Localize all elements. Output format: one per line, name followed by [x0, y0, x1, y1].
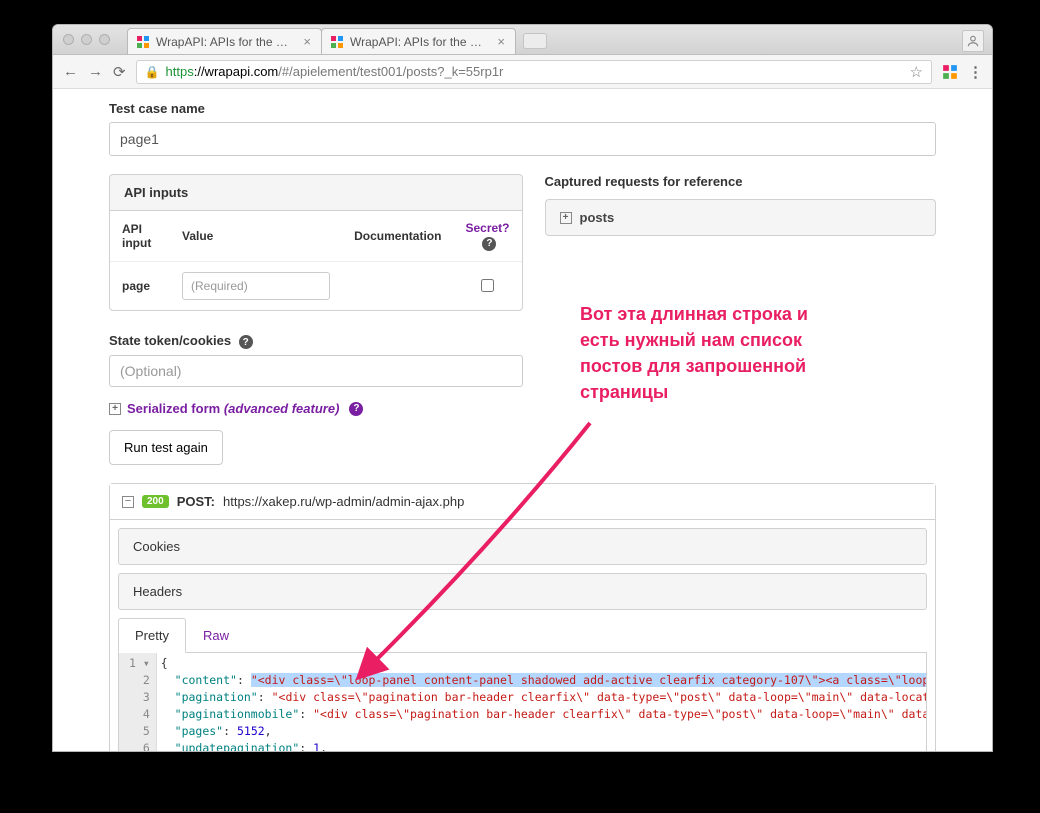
help-icon[interactable]: ?: [349, 402, 363, 416]
tab-raw[interactable]: Raw: [186, 618, 246, 652]
close-tab-icon[interactable]: ×: [303, 34, 311, 49]
viewport: Test case name API inputs API input Valu…: [53, 89, 992, 751]
new-tab-button[interactable]: [523, 33, 547, 49]
response-code[interactable]: 1 ▾ 2 3 4 5 6 { "content": "<div class=\…: [118, 653, 927, 751]
toolbar: ← → ⟳ 🔒 https://wrapapi.com/#/apielement…: [53, 55, 992, 89]
tab-pretty[interactable]: Pretty: [118, 618, 186, 653]
captured-request-item[interactable]: + posts: [545, 199, 937, 236]
lock-icon: 🔒: [145, 65, 160, 79]
captured-requests-heading: Captured requests for reference: [545, 174, 937, 189]
wrapapi-favicon: [330, 35, 344, 49]
code-lines: { "content": "<div class=\"loop-panel co…: [157, 653, 926, 751]
zoom-dot[interactable]: [99, 34, 110, 45]
state-token-input[interactable]: [109, 355, 523, 387]
forward-button[interactable]: →: [88, 63, 103, 80]
expand-icon: +: [560, 212, 572, 224]
browser-tab-1[interactable]: WrapAPI: APIs for the whole w ×: [321, 28, 516, 54]
back-button[interactable]: ←: [63, 63, 78, 80]
url-scheme: https: [166, 64, 194, 79]
col-value: Value: [170, 211, 342, 261]
state-token-label: State token/cookies ?: [109, 333, 523, 350]
secret-checkbox[interactable]: [481, 279, 494, 292]
help-icon[interactable]: ?: [482, 237, 496, 251]
extension-icon[interactable]: [942, 64, 958, 80]
api-inputs-heading: API inputs: [110, 175, 522, 211]
response-tabs: Pretty Raw: [118, 618, 927, 653]
http-method: POST:: [177, 494, 215, 509]
col-api-input: API input: [110, 211, 170, 261]
line-gutter: 1 ▾ 2 3 4 5 6: [119, 653, 157, 751]
test-case-name-input[interactable]: [109, 122, 936, 156]
menu-button[interactable]: ⋮: [968, 63, 982, 81]
request-url: https://xakep.ru/wp-admin/admin-ajax.php: [223, 494, 464, 509]
headers-accordion[interactable]: Headers: [118, 573, 927, 610]
col-secret: Secret? ?: [453, 211, 521, 261]
browser-window: WrapAPI: APIs for the whole w × WrapAPI:…: [52, 24, 993, 752]
address-bar[interactable]: 🔒 https://wrapapi.com/#/apielement/test0…: [136, 60, 932, 84]
help-icon[interactable]: ?: [239, 335, 253, 349]
close-tab-icon[interactable]: ×: [497, 34, 505, 49]
close-dot[interactable]: [63, 34, 74, 45]
reload-button[interactable]: ⟳: [113, 63, 126, 81]
bookmark-star-icon[interactable]: ☆: [910, 63, 923, 81]
page-content: Test case name API inputs API input Valu…: [53, 89, 992, 751]
highlighted-content-string: "<div class=\"loop-panel content-panel s…: [251, 673, 926, 687]
test-case-name-label: Test case name: [109, 101, 936, 116]
serialized-form-toggle[interactable]: + Serialized form (advanced feature) ?: [109, 401, 523, 416]
url-host: ://wrapapi.com: [194, 64, 279, 79]
request-result-block: − 200 POST: https://xakep.ru/wp-admin/ad…: [109, 483, 936, 751]
wrapapi-favicon: [136, 35, 150, 49]
collapse-icon[interactable]: −: [122, 496, 134, 508]
captured-request-name: posts: [580, 210, 615, 225]
expand-icon: +: [109, 403, 121, 415]
tab-title: WrapAPI: APIs for the whole w: [156, 35, 293, 49]
window-controls[interactable]: [63, 34, 110, 45]
tab-strip: WrapAPI: APIs for the whole w × WrapAPI:…: [53, 25, 992, 55]
tab-title: WrapAPI: APIs for the whole w: [350, 35, 487, 49]
browser-tab-0[interactable]: WrapAPI: APIs for the whole w ×: [127, 28, 322, 54]
input-row-page: page: [110, 261, 522, 310]
col-documentation: Documentation: [342, 211, 453, 261]
input-value-page[interactable]: [182, 272, 330, 300]
api-inputs-panel: API inputs API input Value Documentation…: [109, 174, 523, 311]
status-badge: 200: [142, 495, 169, 508]
profile-button[interactable]: [962, 30, 984, 52]
input-name: page: [110, 261, 170, 310]
url-path: /#/apielement/test001/posts?_k=55rp1r: [278, 64, 503, 79]
cookies-accordion[interactable]: Cookies: [118, 528, 927, 565]
minimize-dot[interactable]: [81, 34, 92, 45]
run-test-button[interactable]: Run test again: [109, 430, 223, 465]
